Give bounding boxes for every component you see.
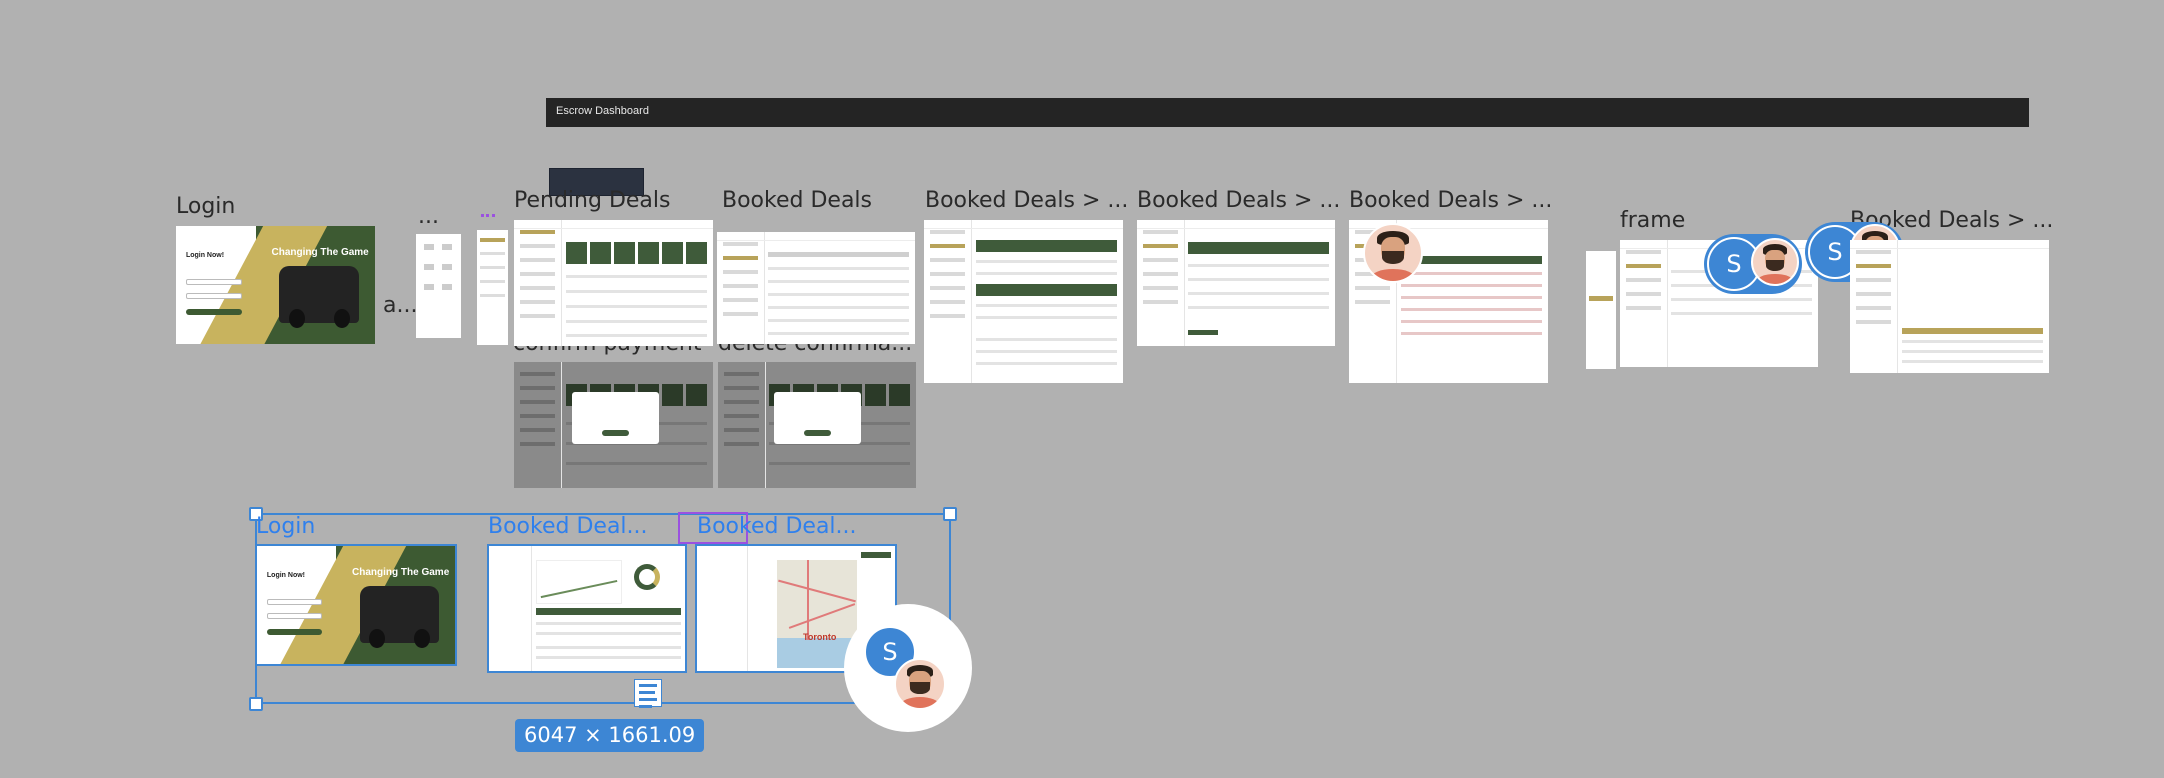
frame-label-dots[interactable]: ... <box>418 204 439 229</box>
escrow-dashboard-frame[interactable]: Escrow Dashboard <box>546 98 2029 127</box>
selected-frame-label-booked-b[interactable]: Booked Deal... <box>697 514 857 539</box>
resize-handle-top-right[interactable] <box>943 507 957 521</box>
frame-label-booked-deals[interactable]: Booked Deals <box>722 188 872 213</box>
login-email-field <box>185 279 242 286</box>
login-heading: Login Now! <box>185 251 225 259</box>
sidebar-frame[interactable] <box>477 230 508 345</box>
frame-label-booked-deals-sub-1[interactable]: Booked Deals > ... <box>925 188 1128 213</box>
selected-login-submit-button <box>266 628 323 635</box>
login-headline: Changing The Game <box>271 247 369 259</box>
frame-label-frame[interactable]: frame <box>1620 208 1685 233</box>
frame-label-login[interactable]: Login <box>176 194 235 219</box>
delete-confirmation-modal <box>774 392 861 444</box>
booked-deals-detail-4-frame[interactable] <box>1850 240 2049 373</box>
selected-car-image <box>359 586 440 648</box>
selected-login-heading: Login Now! <box>266 571 305 579</box>
map-city-label: Toronto <box>803 632 837 642</box>
selected-login-email-field <box>266 599 323 606</box>
selected-booked-deals-frame-a[interactable] <box>487 544 687 673</box>
login-submit-button <box>185 308 242 315</box>
purple-dots-indicator <box>481 214 495 217</box>
frame-label-booked-deals-sub-3[interactable]: Booked Deals > ... <box>1349 188 1552 213</box>
selected-frame-label-login[interactable]: Login <box>256 514 315 539</box>
delete-confirmation-frame[interactable] <box>718 362 916 488</box>
escrow-dashboard-title: Escrow Dashboard <box>556 105 649 117</box>
login-frame-thumbnail[interactable]: Login Now! Changing The Game <box>176 226 375 344</box>
confirm-payment-frame[interactable] <box>514 362 713 488</box>
comment-icon[interactable] <box>634 679 662 708</box>
frame-label-pending-deals[interactable]: Pending Deals <box>514 188 670 213</box>
car-image <box>279 266 360 328</box>
collaborator-photo-1[interactable] <box>1751 238 1799 286</box>
collaborator-avatar-photo[interactable] <box>1363 223 1423 283</box>
frame-sidebar-thumbnail[interactable] <box>1586 251 1616 369</box>
dimensions-badge: 6047 × 1661.09 <box>515 719 705 752</box>
selected-login-frame[interactable]: Login Now! Changing The Game <box>255 544 457 666</box>
confirm-payment-modal <box>572 392 659 444</box>
collaborator-photo-3[interactable] <box>894 658 946 710</box>
booked-deals-detail-1-frame[interactable] <box>924 220 1123 383</box>
selected-login-password-field <box>266 613 323 620</box>
frame-label-booked-deals-sub-2[interactable]: Booked Deals > ... <box>1137 188 1340 213</box>
mobile-menu-frame[interactable] <box>416 234 461 338</box>
selected-login-headline: Changing The Game <box>352 567 450 579</box>
frame-label-a[interactable]: a... <box>383 293 417 318</box>
booked-deals-detail-2-frame[interactable] <box>1137 220 1335 346</box>
pending-deals-frame[interactable] <box>514 220 713 346</box>
booked-deals-frame[interactable] <box>717 232 915 344</box>
resize-handle-bottom-left[interactable] <box>249 697 263 711</box>
selected-frame-label-booked-a[interactable]: Booked Deal... <box>488 514 648 539</box>
login-password-field <box>185 293 242 300</box>
